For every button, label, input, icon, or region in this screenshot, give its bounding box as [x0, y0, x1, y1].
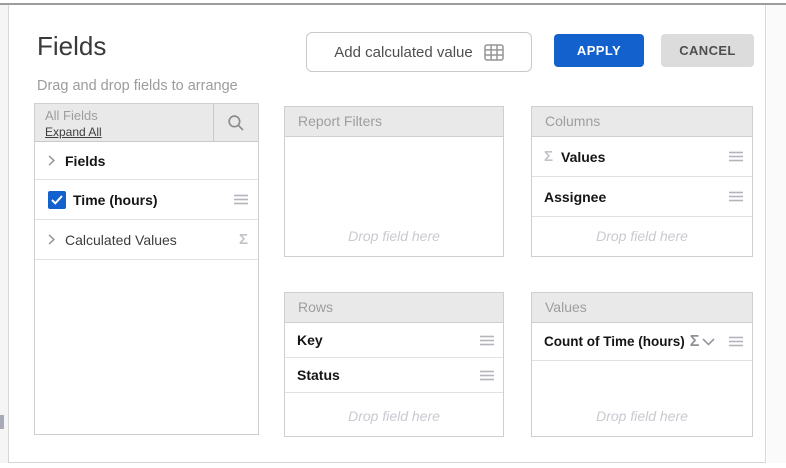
rows-title: Rows — [285, 293, 503, 323]
checkmark-icon — [51, 195, 63, 205]
values-title: Values — [532, 293, 752, 323]
drag-handle-icon[interactable] — [480, 370, 494, 381]
field-label: Assignee — [544, 189, 606, 205]
calculator-icon — [484, 44, 504, 61]
drag-handle-icon[interactable] — [729, 191, 743, 202]
page-subtitle: Drag and drop fields to arrange — [37, 78, 238, 94]
page-left-margin — [0, 5, 8, 463]
field-pill-status[interactable]: Status — [285, 358, 503, 393]
field-pill-count-of-time-hours[interactable]: Count of Time (hours) Σ — [532, 323, 752, 361]
drag-handle-icon[interactable] — [234, 194, 248, 205]
page-right-margin — [767, 5, 786, 463]
fields-view: Fields Drag and drop fields to arrange A… — [0, 0, 786, 468]
cancel-button[interactable]: CANCEL — [661, 34, 754, 67]
drop-field-hint: Drop field here — [532, 408, 752, 436]
field-pill-values[interactable]: Σ Values — [532, 137, 752, 177]
report-filters-panel: Report Filters Drop field here — [284, 106, 504, 257]
chevron-right-icon[interactable] — [48, 234, 55, 245]
all-fields-header-text: All Fields Expand All — [35, 104, 213, 141]
drag-handle-icon[interactable] — [729, 151, 743, 162]
tree-item-calculated-values[interactable]: Calculated Values Σ — [35, 220, 258, 260]
search-button[interactable] — [213, 104, 258, 141]
tree-item-label: Time (hours) — [73, 192, 158, 208]
drag-handle-icon[interactable] — [480, 335, 494, 346]
drop-field-hint: Drop field here — [532, 228, 752, 256]
sigma-icon: Σ — [544, 149, 553, 164]
field-label: Count of Time (hours) — [544, 334, 685, 349]
field-pill-assignee[interactable]: Assignee — [532, 177, 752, 217]
tree-item-label: Fields — [65, 153, 105, 169]
expand-all-link[interactable]: Expand All — [45, 125, 102, 139]
aggregation-selector[interactable]: Σ — [690, 334, 716, 350]
chevron-down-icon — [702, 338, 715, 346]
all-fields-header: All Fields Expand All — [35, 104, 258, 142]
rows-panel: Rows Key Status — [284, 292, 504, 437]
fields-dialog: Fields Drag and drop fields to arrange A… — [8, 5, 766, 463]
field-label: Key — [297, 332, 323, 348]
values-panel: Values Count of Time (hours) Σ — [531, 292, 753, 437]
add-calculated-value-button[interactable]: Add calculated value — [306, 32, 532, 72]
field-label: Status — [297, 367, 340, 383]
field-pill-key[interactable]: Key — [285, 323, 503, 358]
columns-title: Columns — [532, 107, 752, 137]
sigma-icon: Σ — [690, 334, 700, 350]
drag-handle-icon[interactable] — [729, 336, 743, 347]
field-label: Values — [561, 149, 605, 165]
sigma-icon: Σ — [239, 232, 248, 247]
tree-item-label: Calculated Values — [65, 232, 177, 248]
checkbox-checked-icon[interactable] — [48, 191, 66, 209]
add-calculated-value-label: Add calculated value — [334, 44, 472, 61]
page-title: Fields — [37, 31, 106, 62]
search-icon — [227, 114, 245, 132]
apply-button[interactable]: APPLY — [554, 34, 644, 67]
all-fields-title: All Fields — [45, 108, 213, 123]
drop-field-hint: Drop field here — [285, 408, 503, 436]
columns-panel: Columns Σ Values Assignee — [531, 106, 753, 257]
tree-item-fields[interactable]: Fields — [35, 142, 258, 180]
tree-item-time-hours[interactable]: Time (hours) — [35, 180, 258, 220]
scrollbar-thumb[interactable] — [0, 415, 4, 429]
report-filters-title: Report Filters — [285, 107, 503, 137]
chevron-right-icon[interactable] — [48, 155, 55, 166]
drop-field-hint: Drop field here — [285, 228, 503, 256]
all-fields-panel: All Fields Expand All Fields — [34, 103, 259, 435]
